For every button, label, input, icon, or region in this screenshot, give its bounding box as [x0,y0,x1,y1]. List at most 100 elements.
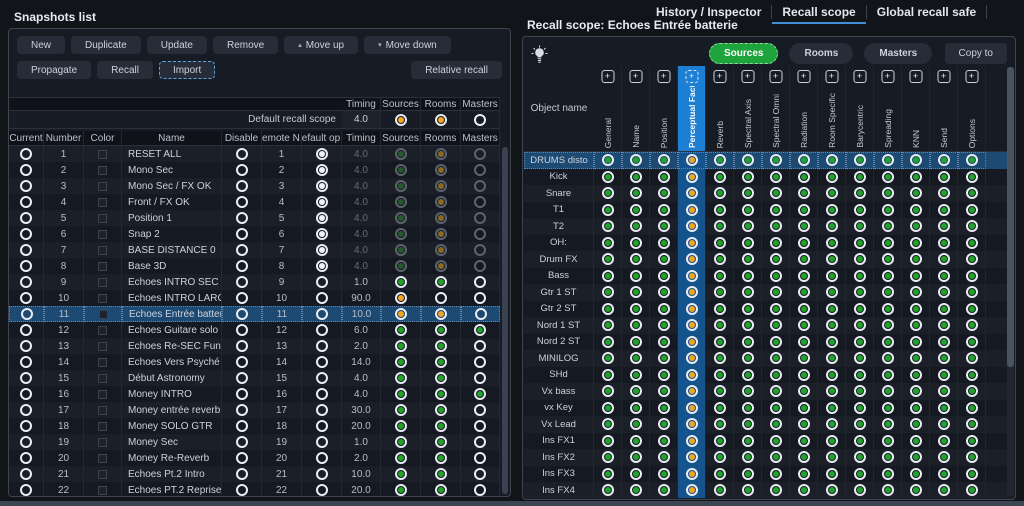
duplicate-button[interactable]: Duplicate [71,36,141,54]
current-radio[interactable] [20,148,32,160]
scope-dot[interactable] [630,253,642,265]
remove-button[interactable]: Remove [213,36,278,54]
color-swatch[interactable] [98,470,107,479]
scope-dot[interactable] [714,435,726,447]
add-send-button[interactable]: + [937,70,950,83]
rooms-scope-dot[interactable] [435,164,447,176]
scope-dot[interactable] [770,484,782,496]
color-swatch[interactable] [98,422,107,431]
scope-dot[interactable] [882,319,894,331]
scope-dot[interactable] [798,319,810,331]
scope-dot[interactable] [826,154,838,166]
snapshot-row[interactable]: 13Echoes Re-SEC Funk132.0 [9,338,500,354]
current-radio[interactable] [20,372,32,384]
matrix-row[interactable]: Drum FX [524,251,1014,268]
scope-dot[interactable] [910,154,922,166]
color-swatch[interactable] [98,390,107,399]
scope-dot[interactable] [938,237,950,249]
scope-dot[interactable] [686,286,698,298]
scope-dot[interactable] [742,171,754,183]
scope-dot[interactable] [770,303,782,315]
scope-dot[interactable] [686,435,698,447]
matrix-row[interactable]: Ins FX4 [524,482,1014,498]
color-swatch[interactable] [98,342,107,351]
recall-button[interactable]: Recall [97,61,153,79]
default-op-radio[interactable] [316,196,328,208]
rooms-scope-dot[interactable] [435,388,447,400]
scope-dot[interactable] [798,385,810,397]
disable-radio[interactable] [236,372,248,384]
masters-scope-dot[interactable] [474,276,486,288]
default-op-radio[interactable] [316,228,328,240]
scope-dot[interactable] [938,171,950,183]
masters-scope-dot[interactable] [474,212,486,224]
rooms-scope-dot[interactable] [435,356,447,368]
scope-dot[interactable] [966,352,978,364]
scope-dot[interactable] [966,187,978,199]
scope-dot[interactable] [854,253,866,265]
masters-scope-dot[interactable] [474,356,486,368]
scope-dot[interactable] [826,484,838,496]
snapshot-row[interactable]: 11Echoes Entrée batterie1110.0 [9,306,500,322]
color-swatch[interactable] [98,454,107,463]
scope-dot[interactable] [966,435,978,447]
scope-dot[interactable] [770,204,782,216]
scope-dot[interactable] [686,352,698,364]
scope-dot[interactable] [658,187,670,199]
scope-dot[interactable] [966,204,978,216]
masters-scope-dot[interactable] [474,292,486,304]
scope-dot[interactable] [910,220,922,232]
scope-dot[interactable] [854,237,866,249]
scope-dot[interactable] [826,319,838,331]
snapshot-row[interactable]: 16Money INTRO164.0 [9,386,500,402]
add-knn-button[interactable]: + [909,70,922,83]
masters-scope-dot[interactable] [474,324,486,336]
snapshot-row[interactable]: 4Front / FX OK44.0 [9,194,500,210]
scope-dot[interactable] [798,204,810,216]
scope-dot[interactable] [630,484,642,496]
scope-dot[interactable] [826,468,838,480]
scope-dot[interactable] [686,402,698,414]
scope-dot[interactable] [798,369,810,381]
scope-dot[interactable] [630,369,642,381]
scope-dot[interactable] [938,286,950,298]
scope-dot[interactable] [602,319,614,331]
scope-dot[interactable] [658,286,670,298]
rooms-scope-dot[interactable] [435,452,447,464]
scope-dot[interactable] [686,336,698,348]
current-radio[interactable] [20,468,32,480]
scope-dot[interactable] [602,154,614,166]
scope-dot[interactable] [854,286,866,298]
scope-dot[interactable] [686,451,698,463]
scope-dot[interactable] [854,187,866,199]
scope-dot[interactable] [938,402,950,414]
scope-dot[interactable] [686,418,698,430]
matrix-row[interactable]: T2 [524,218,1014,235]
scope-dot[interactable] [602,484,614,496]
sources-scope-dot[interactable] [395,164,407,176]
scope-dot[interactable] [798,171,810,183]
scope-dot[interactable] [854,369,866,381]
default-op-radio[interactable] [316,212,328,224]
scope-dot[interactable] [826,220,838,232]
default-masters-scope-dot[interactable] [461,111,500,128]
scope-dot[interactable] [630,319,642,331]
scope-dot[interactable] [770,270,782,282]
matrix-scrollbar[interactable] [1007,67,1014,496]
scope-dot[interactable] [742,303,754,315]
current-radio[interactable] [20,196,32,208]
rooms-scope-dot[interactable] [435,436,447,448]
scope-dot[interactable] [630,385,642,397]
scope-dot[interactable] [770,468,782,480]
scope-dot[interactable] [742,204,754,216]
scope-dot[interactable] [602,435,614,447]
scope-dot[interactable] [798,402,810,414]
scope-dot[interactable] [474,114,486,126]
scope-dot[interactable] [770,451,782,463]
default-op-radio[interactable] [316,372,328,384]
scope-dot[interactable] [658,385,670,397]
scope-dot[interactable] [630,204,642,216]
scope-dot[interactable] [966,468,978,480]
scope-dot[interactable] [938,204,950,216]
scope-dot[interactable] [798,286,810,298]
